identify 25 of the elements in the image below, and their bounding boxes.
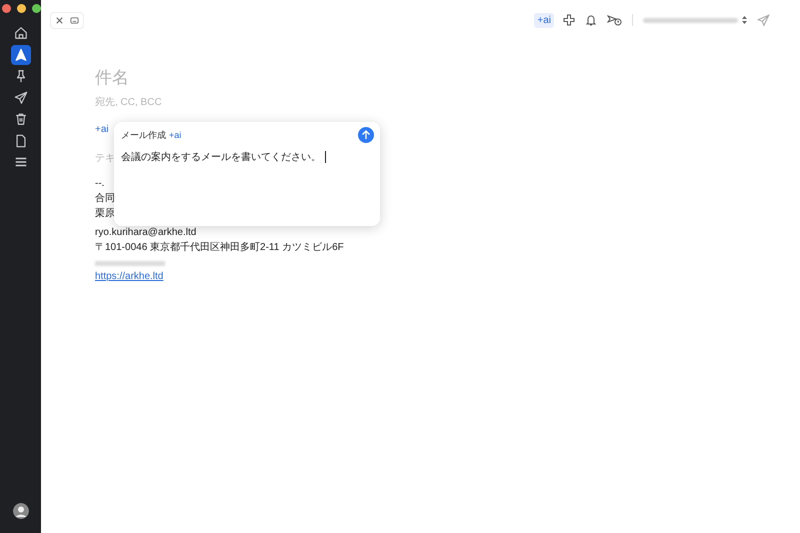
signature-line: 合同 — [95, 192, 115, 206]
ai-button[interactable]: +ai — [534, 12, 554, 28]
updown-icon[interactable] — [742, 16, 747, 24]
arrow-up-icon — [361, 130, 371, 140]
window-icon[interactable] — [70, 16, 79, 24]
signature-line: --. — [95, 177, 104, 191]
plus-icon[interactable] — [563, 14, 575, 26]
ai-label: +ai — [169, 130, 182, 140]
close-light[interactable] — [2, 4, 11, 13]
website-link[interactable]: https://arkhe.ltd — [95, 270, 164, 282]
signature-line: 栗原 — [95, 206, 115, 221]
zoom-light[interactable] — [32, 4, 41, 13]
ai-link[interactable]: +ai — [95, 124, 109, 151]
compose-icon[interactable] — [10, 44, 30, 64]
submit-button[interactable] — [358, 127, 374, 143]
minimize-light[interactable] — [17, 4, 26, 13]
signature-line: ryo.kurihara@arkhe.ltd — [95, 226, 196, 240]
schedule-send-icon[interactable] — [607, 14, 622, 26]
prompt-input[interactable]: 会議の案内をするメールを書いてください。 — [121, 150, 374, 164]
avatar[interactable] — [12, 503, 28, 519]
signature-line: 〒101-0046 東京都千代田区神田多町2-11 カツミビル6F — [95, 241, 344, 256]
popup-title: メール作成 — [121, 128, 166, 142]
close-icon[interactable] — [55, 16, 64, 24]
bell-icon[interactable] — [585, 14, 597, 26]
blurred-text — [95, 260, 165, 266]
